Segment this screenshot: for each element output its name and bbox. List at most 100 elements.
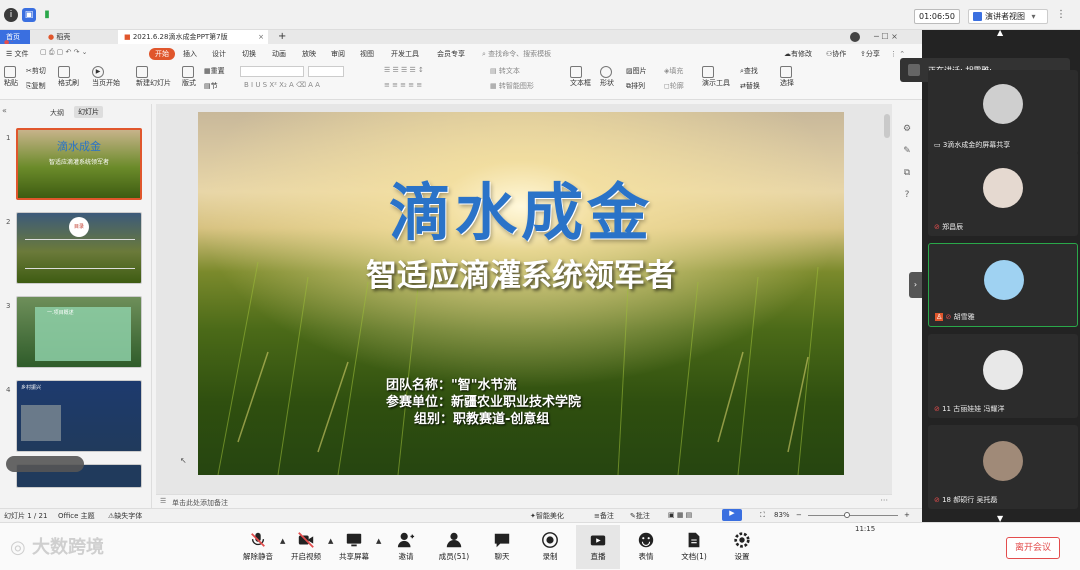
slide-thumb-4[interactable]: 乡村振兴 bbox=[16, 380, 142, 452]
text-box-button[interactable]: 文本框 bbox=[570, 66, 591, 88]
tab-document[interactable]: ■ 2021.6.28滴水成金PPT第7版 × bbox=[118, 30, 268, 44]
find-button[interactable]: ⌕查找 bbox=[740, 66, 758, 76]
tab-slides[interactable]: 幻灯片 bbox=[74, 106, 103, 118]
leave-meeting-button[interactable]: 离开会议 bbox=[1006, 537, 1060, 559]
zoom-in-icon[interactable]: + bbox=[904, 511, 910, 519]
slide-title[interactable]: 滴水成金 bbox=[198, 162, 844, 252]
start-video-button[interactable]: 开启视频 bbox=[284, 525, 328, 569]
collab-button[interactable]: ⚇协作 bbox=[826, 48, 846, 60]
new-slide-button[interactable]: 新建幻灯片 bbox=[136, 66, 171, 88]
more-icon[interactable]: ⋮ bbox=[1056, 9, 1066, 20]
slide-thumb-1[interactable]: 滴水成金 智适应滴灌系统领军者 bbox=[16, 128, 142, 200]
file-menu[interactable]: ☰ 文件 bbox=[6, 48, 29, 60]
invite-button[interactable]: 邀请 bbox=[384, 525, 428, 569]
help-icon[interactable]: ? bbox=[896, 184, 918, 206]
menu-slideshow[interactable]: 放映 bbox=[302, 48, 316, 60]
avatar[interactable] bbox=[850, 32, 860, 42]
align-buttons[interactable]: ≡ ≡ ≡ ≡ ≡ bbox=[384, 81, 422, 89]
window-controls[interactable]: ─ ☐ × bbox=[874, 30, 898, 44]
menu-developer[interactable]: 开发工具 bbox=[391, 48, 419, 60]
replace-button[interactable]: ⇄替换 bbox=[740, 81, 760, 91]
live-button[interactable]: 直播 bbox=[576, 525, 620, 569]
more-icon[interactable]: ··· bbox=[880, 496, 888, 505]
picture-button[interactable]: ▨图片 bbox=[626, 66, 647, 76]
unmute-button[interactable]: 解除静音 bbox=[236, 525, 280, 569]
members-button[interactable]: 成员(51) bbox=[432, 525, 476, 569]
quick-access-icons[interactable]: ▢ ⎙ ▢ ↶ ↷ ⌄ bbox=[40, 48, 88, 57]
emoji-button[interactable]: 表情 bbox=[624, 525, 668, 569]
menu-view[interactable]: 视图 bbox=[360, 48, 374, 60]
cut-button[interactable]: ✂剪切 bbox=[26, 66, 46, 76]
menu-start[interactable]: 开始 bbox=[149, 48, 175, 60]
outline-button[interactable]: ◻轮廓 bbox=[664, 81, 684, 91]
convert-text-button[interactable]: ▤ 转文本 bbox=[490, 66, 520, 76]
zoom-slider[interactable] bbox=[808, 515, 898, 516]
present-tools-button[interactable]: 演示工具 bbox=[702, 66, 730, 88]
record-button[interactable]: 录制 bbox=[528, 525, 572, 569]
menu-transition[interactable]: 切换 bbox=[242, 48, 256, 60]
documents-button[interactable]: 文档(1) bbox=[672, 525, 716, 569]
close-icon[interactable]: × bbox=[258, 30, 264, 44]
tab-outline[interactable]: 大纲 bbox=[50, 108, 64, 118]
smart-beautify-button[interactable]: ✦智能美化 bbox=[530, 511, 564, 521]
shield-icon[interactable]: ▣ bbox=[22, 8, 36, 22]
smart-graphic-button[interactable]: ▦ 转智能图形 bbox=[490, 81, 534, 91]
paste-button[interactable]: 粘贴 bbox=[4, 66, 18, 88]
participant-video-3[interactable]: ♙ ⊘ 胡雪雅 bbox=[928, 243, 1078, 327]
tab-docer[interactable]: ● 稻壳 bbox=[42, 30, 76, 44]
participant-video-5[interactable]: ⊘ 18 郝硕行 吴托磊 bbox=[928, 425, 1078, 509]
zoom-slider-handle[interactable] bbox=[844, 512, 850, 518]
layout-button[interactable]: 版式 bbox=[182, 66, 196, 88]
format-painter-button[interactable]: 格式刷 bbox=[58, 66, 79, 88]
vertical-scrollbar[interactable] bbox=[884, 114, 890, 138]
select-button[interactable]: 选择 bbox=[780, 66, 794, 88]
current-slide[interactable]: 滴水成金 智适应滴灌系统领军者 团队名称："智"水节流 参赛单位：新疆农业职业技… bbox=[198, 112, 844, 475]
collapse-pane-icon[interactable]: « bbox=[2, 106, 7, 115]
share-screen-button[interactable]: 共享屏幕 bbox=[332, 525, 376, 569]
missing-font-button[interactable]: ⚠缺失字体 bbox=[108, 511, 142, 521]
pin-icon[interactable]: ✎ bbox=[896, 140, 918, 162]
participant-video-2[interactable]: ⊘ 郑昌辰 bbox=[928, 152, 1078, 236]
slide-thumb-3[interactable]: 一.项目概述 bbox=[16, 296, 142, 368]
reset-button[interactable]: ▦重置 bbox=[204, 66, 225, 76]
command-search[interactable]: ⌕ 查找命令、搜索模板 bbox=[482, 48, 551, 60]
scroll-up-icon[interactable]: ▲ bbox=[997, 28, 1003, 37]
font-size-select[interactable] bbox=[308, 66, 344, 77]
menu-insert[interactable]: 插入 bbox=[183, 48, 197, 60]
slide-editor[interactable]: 滴水成金 智适应滴灌系统领军者 团队名称："智"水节流 参赛单位：新疆农业职业技… bbox=[156, 104, 892, 510]
group-line[interactable]: 组别：职教赛道-创意组 bbox=[414, 408, 549, 427]
notes-toggle[interactable]: ≡备注 bbox=[594, 511, 614, 521]
play-current-button[interactable]: ▶ 当页开始 bbox=[92, 66, 120, 88]
properties-icon[interactable]: ⚙ bbox=[896, 118, 918, 140]
comments-toggle[interactable]: ✎批注 bbox=[630, 511, 650, 521]
chevron-up-icon[interactable]: ▲ bbox=[376, 537, 381, 545]
menu-animation[interactable]: 动画 bbox=[272, 48, 286, 60]
signal-icon[interactable]: ▮ bbox=[40, 8, 54, 22]
floating-control-bar[interactable] bbox=[6, 456, 84, 472]
play-icon[interactable]: ▶ bbox=[722, 509, 742, 521]
view-switch-button[interactable]: 演讲者视图 ▾ bbox=[968, 9, 1048, 24]
fill-button[interactable]: ◈填充 bbox=[664, 66, 683, 76]
fit-icon[interactable]: ⛶ bbox=[760, 511, 765, 520]
text-style-buttons[interactable]: B I U S X² X₂ A ⌫ A A bbox=[244, 81, 320, 89]
view-mode-buttons[interactable]: ▣ ▦ ▤ bbox=[668, 511, 692, 519]
copy-button[interactable]: ⎘复制 bbox=[26, 81, 46, 91]
side-panel-toggle-icon[interactable]: › bbox=[909, 272, 922, 298]
paragraph-buttons[interactable]: ☰ ☰ ☰ ☰ ↕ bbox=[384, 66, 424, 74]
share-button[interactable]: ⇪分享 bbox=[860, 48, 880, 60]
slide-subtitle[interactable]: 智适应滴灌系统领军者 bbox=[198, 250, 844, 295]
has-changes-button[interactable]: ☁有修改 bbox=[784, 48, 812, 60]
menu-design[interactable]: 设计 bbox=[212, 48, 226, 60]
shape-button[interactable]: 形状 bbox=[600, 66, 614, 88]
layers-icon[interactable]: ⧉ bbox=[896, 162, 918, 184]
settings-button[interactable]: 设置 bbox=[720, 525, 764, 569]
menu-review[interactable]: 审阅 bbox=[331, 48, 345, 60]
participant-video-4[interactable]: ⊘ 11 古丽娃娃 冯耀洋 bbox=[928, 334, 1078, 418]
chat-button[interactable]: 聊天 bbox=[480, 525, 524, 569]
slide-thumb-2[interactable]: 目录 bbox=[16, 212, 142, 284]
info-icon[interactable]: i bbox=[4, 8, 18, 22]
participant-video-1[interactable]: ▭ 3滴水成金的屏幕共享 bbox=[928, 70, 1078, 154]
new-tab-icon[interactable]: + bbox=[272, 30, 292, 44]
section-button[interactable]: ▤节 bbox=[204, 81, 218, 91]
zoom-out-icon[interactable]: − bbox=[796, 511, 802, 519]
